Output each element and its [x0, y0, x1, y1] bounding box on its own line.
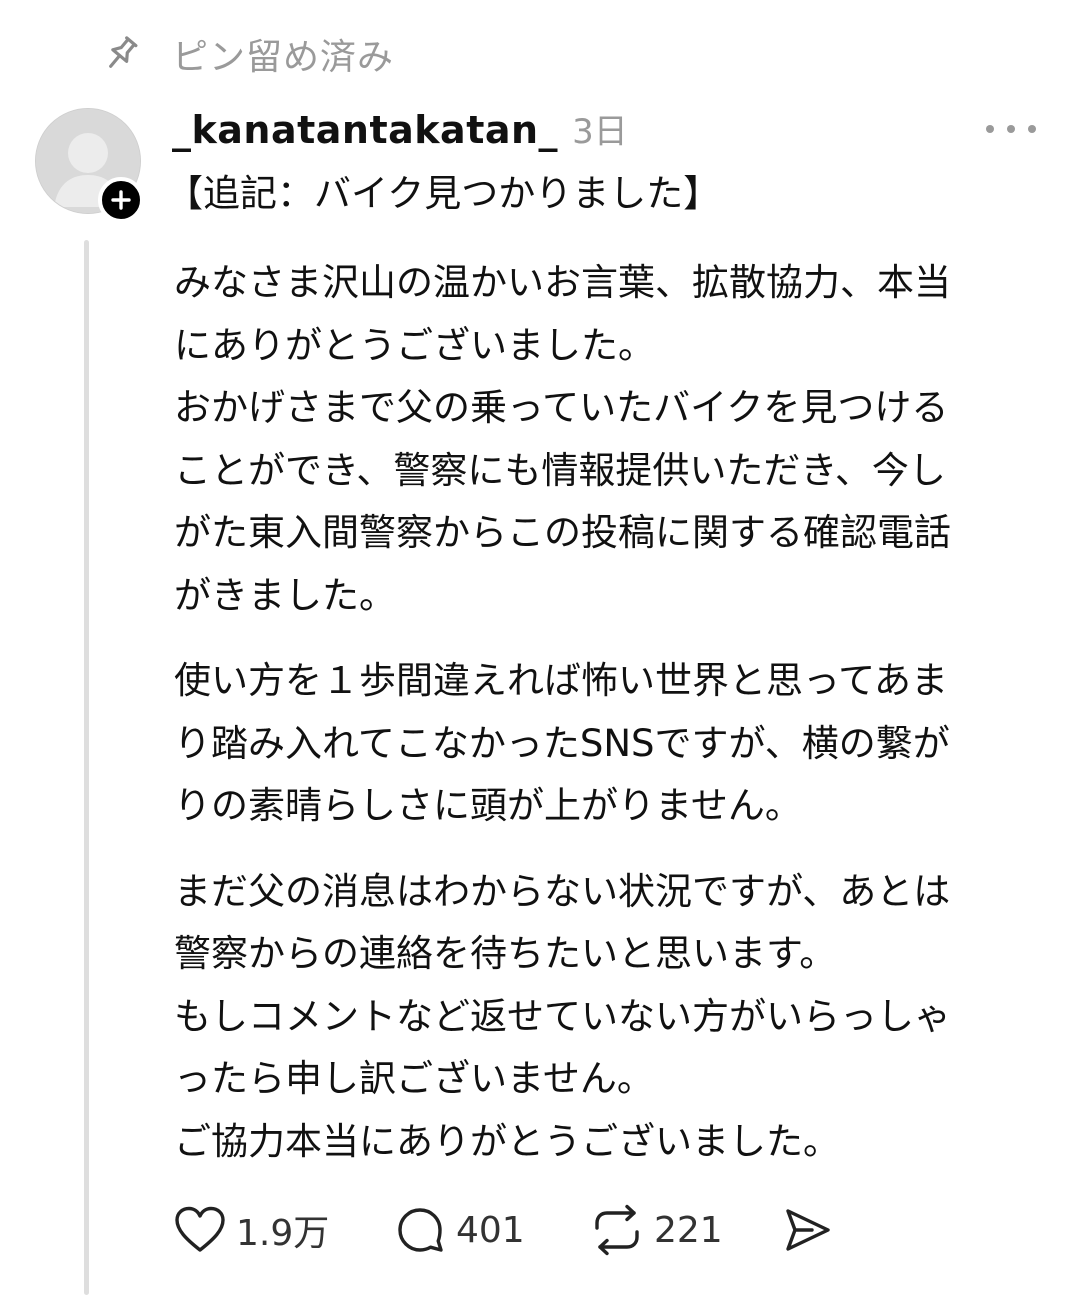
post-body: みなさま沢山の温かいお言葉、拡散協力、本当 にありがとうございました。 おかげさ…	[174, 252, 1054, 1173]
post-line: にありがとうございました。	[174, 323, 655, 367]
reply-button[interactable]: 401	[394, 1200, 525, 1260]
post-line: もしコメントなど返せていない方がいらっしゃ	[174, 994, 951, 1038]
follow-button[interactable]	[98, 177, 144, 223]
post-line: り踏み入れてこなかったSNSですが、横の繋が	[174, 721, 950, 765]
post-actions: 1.9万 401 221	[170, 1200, 870, 1260]
post-heading: 【追記：バイク見つかりました】	[166, 172, 721, 215]
more-dot	[1007, 125, 1015, 133]
post-line: がた東入間警察からこの投稿に関する確認電話	[174, 511, 951, 554]
post-line: がきました。	[174, 573, 396, 617]
post-line: ことができ、警察にも情報提供いただき、今し	[174, 448, 946, 492]
more-options-button[interactable]	[986, 114, 1036, 144]
post-line: りの素晴らしさに頭が上がりません。	[174, 784, 802, 827]
post-line: 使い方を１歩間違えれば怖い世界と思ってあま	[174, 659, 949, 702]
comment-icon	[398, 1208, 443, 1252]
repost-button[interactable]: 221	[590, 1200, 723, 1260]
post-line: おかげさまで父の乗っていたバイクを見つける	[174, 386, 949, 429]
post-line: まだ父の消息はわからない状況ですが、あとは	[174, 869, 951, 913]
thread-line	[84, 240, 89, 1295]
more-dot	[1028, 125, 1036, 133]
send-icon	[786, 1209, 830, 1251]
more-horizontal-icon	[986, 125, 994, 133]
post-time: 3日	[572, 112, 628, 152]
repost-icon	[595, 1204, 639, 1256]
like-count: 1.9万	[236, 1213, 330, 1254]
post-header: _kanatantakatan_ 3日	[172, 104, 628, 156]
pinned-label: ピン留め済み	[172, 37, 395, 78]
username[interactable]: _kanatantakatan_	[172, 108, 558, 152]
heart-icon	[175, 1206, 225, 1252]
pin-icon	[100, 33, 142, 75]
post-line: みなさま沢山の温かいお言葉、拡散協力、本当	[174, 261, 951, 304]
plus-icon	[111, 190, 131, 210]
repost-count: 221	[654, 1209, 723, 1251]
like-button[interactable]: 1.9万	[174, 1200, 329, 1260]
share-button[interactable]	[782, 1200, 832, 1260]
reply-count: 401	[456, 1209, 525, 1251]
post-line: ったら申し訳ございません。	[174, 1057, 654, 1100]
post-line: ご協力本当にありがとうございました。	[174, 1119, 840, 1163]
pinned-indicator: ピン留め済み	[100, 28, 394, 80]
post-line: 警察からの連絡を待ちたいと思います。	[174, 932, 837, 975]
